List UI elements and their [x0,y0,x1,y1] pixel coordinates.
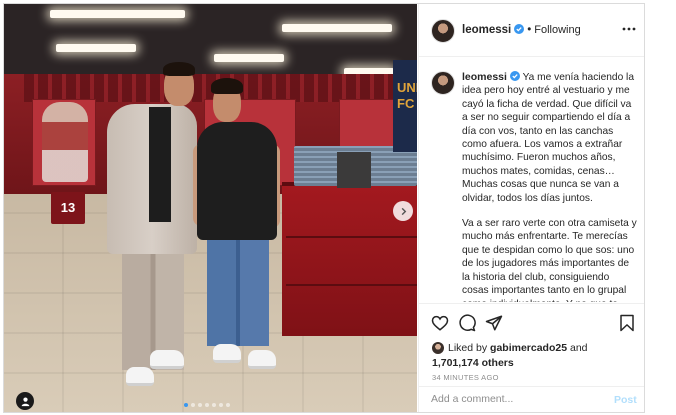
carousel-dot [219,403,223,407]
liked-by-line: Liked by gabimercado25 and [432,342,588,354]
caption-text: Ya me venía haciendo la idea pero hoy en… [462,72,634,204]
caption-scroll-area[interactable]: leomessi Ya me venía haciendo la idea pe… [419,57,644,302]
person-left-hair [163,62,195,76]
shoe [213,344,241,363]
carousel-dot [198,403,202,407]
ceiling-light [56,44,136,52]
caption-paragraph: Va a ser raro verte con otra camiseta y … [462,218,637,302]
comment-bubble-icon[interactable] [458,314,476,332]
following-button[interactable]: Following [534,24,580,36]
post-photo[interactable]: 13 UNI FC [4,4,417,412]
verified-badge-icon [509,71,520,81]
shoe [248,350,276,369]
carousel-dot [226,403,230,407]
locker-number: 13 [51,192,85,224]
carousel-dot [205,403,209,407]
comment-bar: Post [419,386,644,412]
post-side-panel: leomessi • Following leomessi Ya me venía … [418,4,644,412]
carousel-dot [212,403,216,407]
counter-line [286,236,417,238]
liked-by-prefix: Liked by [448,342,488,354]
ceiling-light [214,54,284,62]
wall-banner: UNI FC [393,60,417,152]
caption-avatar[interactable] [431,71,455,95]
counter-line [286,284,417,286]
chevron-right-icon [401,207,406,215]
comment-input[interactable] [431,393,596,405]
author-avatar[interactable] [431,19,455,43]
header-line: leomessi • Following [462,24,581,36]
person-right-legs [207,236,269,346]
user-tag-icon [21,397,29,406]
liked-by-user-link[interactable]: gabimercado25 [490,342,567,354]
wall-stripe [24,74,394,102]
player-poster [42,102,88,182]
next-photo-button[interactable] [393,201,413,221]
more-horizontal-icon[interactable] [622,26,636,32]
tagged-users-button[interactable] [16,392,34,410]
caption: leomessi Ya me venía haciendo la idea pe… [462,71,638,302]
carousel-dot [184,403,188,407]
paper-plane-icon[interactable] [485,314,503,332]
carousel-dot [191,403,195,407]
post-timestamp[interactable]: 34 MINUTES AGO [432,373,499,382]
shoe [126,367,154,386]
post-header: leomessi • Following [419,4,644,57]
bookmark-icon[interactable] [618,314,636,332]
ceiling-light [282,24,392,32]
shoe [150,350,184,369]
heart-icon[interactable] [431,314,449,332]
header-separator: • [527,24,532,36]
caption-paragraph: leomessi Ya me venía haciendo la idea pe… [462,71,638,205]
ceiling-light [50,10,185,18]
actions-bar: Liked by gabimercado25 and 1,701,174 oth… [419,303,644,412]
author-username[interactable]: leomessi [462,24,511,36]
instagram-post-modal: 13 UNI FC [3,3,645,413]
person-right-shirt [197,122,277,240]
post-comment-button[interactable]: Post [614,394,637,406]
caption-username[interactable]: leomessi [462,71,507,83]
carousel-indicator [184,403,230,407]
person-right-hair [211,78,243,94]
liked-by-and: and [570,342,588,354]
likes-count-link[interactable]: 1,701,174 others [432,357,514,369]
verified-badge-icon [514,24,525,34]
dark-box [337,152,371,188]
person-left-shirt [149,107,171,222]
liker-avatar [432,342,444,354]
